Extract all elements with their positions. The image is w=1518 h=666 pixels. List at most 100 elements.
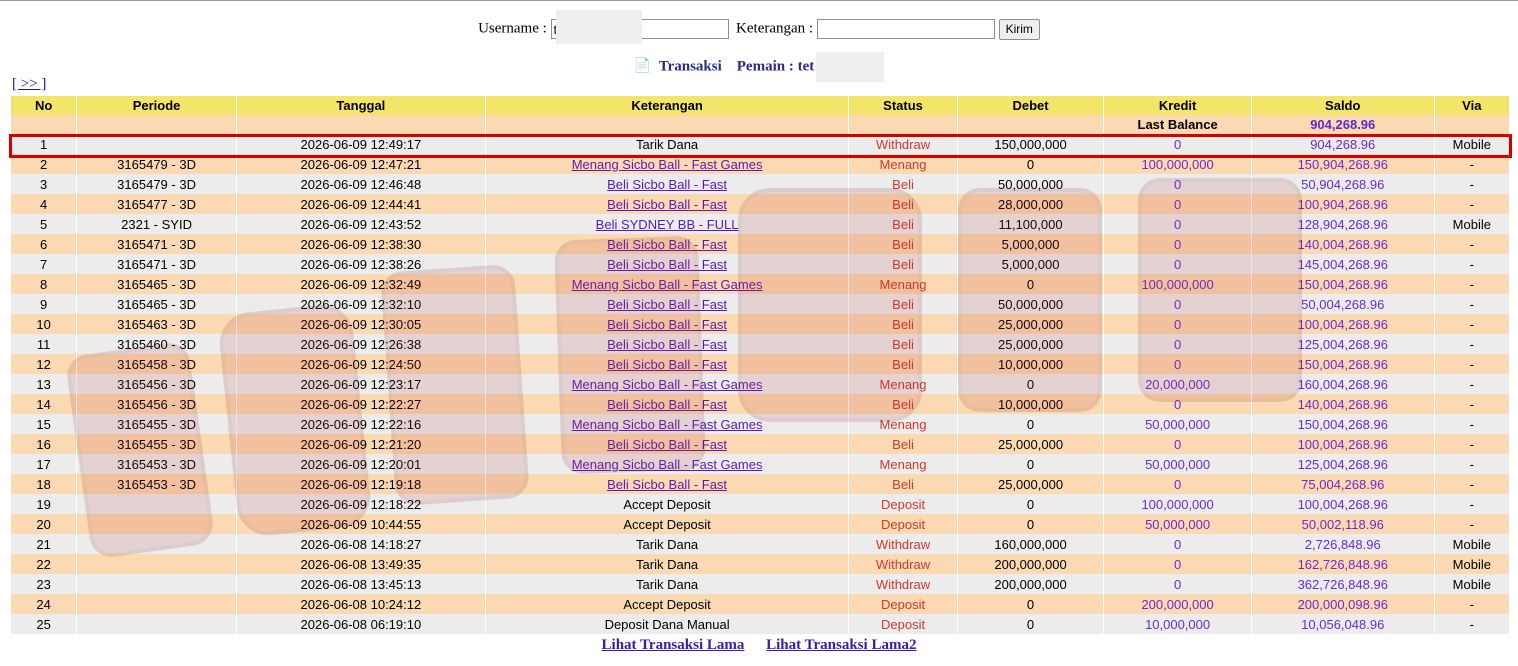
row-kredit: 0 [1104, 254, 1251, 274]
row-saldo: 200,000,098.96 [1251, 594, 1434, 614]
kirim-button[interactable]: Kirim [998, 18, 1040, 40]
row-kredit: 0 [1104, 574, 1251, 594]
row-debet: 28,000,000 [957, 194, 1104, 214]
row-periode: 3165477 - 3D [77, 194, 236, 214]
row-kredit: 0 [1104, 174, 1251, 194]
keterangan-link[interactable]: Beli Sicbo Ball - Fast [607, 337, 727, 352]
row-kredit: 0 [1104, 214, 1251, 234]
row-debet: 200,000,000 [957, 554, 1104, 574]
keterangan-link[interactable]: Menang Sicbo Ball - Fast Games [572, 457, 763, 472]
row-keterangan: Tarik Dana [485, 574, 849, 594]
keterangan-link[interactable]: Beli Sicbo Ball - Fast [607, 437, 727, 452]
next-page-link[interactable]: [ >> ] [12, 76, 46, 93]
row-status: Beli [849, 394, 957, 414]
keterangan-link[interactable]: Beli Sicbo Ball - Fast [607, 177, 727, 192]
row-saldo: 100,904,268.96 [1251, 194, 1434, 214]
row-status: Deposit [849, 614, 957, 634]
row-periode: 3165471 - 3D [77, 234, 236, 254]
row-kredit: 0 [1104, 234, 1251, 254]
row-debet: 0 [957, 274, 1104, 294]
keterangan-link[interactable]: Beli Sicbo Ball - Fast [607, 257, 727, 272]
row-saldo: 50,004,268.96 [1251, 294, 1434, 314]
keterangan-link[interactable]: Beli Sicbo Ball - Fast [607, 317, 727, 332]
table-row: 19 2026-06-09 12:18:22 Accept Deposit Depos… [11, 494, 1509, 514]
keterangan-link[interactable]: Menang Sicbo Ball - Fast Games [572, 377, 763, 392]
row-no: 18 [11, 474, 77, 494]
row-saldo: 145,004,268.96 [1251, 254, 1434, 274]
row-status: Beli [849, 434, 957, 454]
row-status: Menang [849, 374, 957, 394]
row-keterangan: Beli Sicbo Ball - Fast [485, 294, 849, 314]
keterangan-link[interactable]: Beli Sicbo Ball - Fast [607, 197, 727, 212]
keterangan-link[interactable]: Menang Sicbo Ball - Fast Games [572, 277, 763, 292]
row-via: - [1434, 414, 1509, 434]
row-saldo: 128,904,268.96 [1251, 214, 1434, 234]
row-debet: 0 [957, 414, 1104, 434]
redacted-username-blur [556, 10, 643, 44]
row-tanggal: 2026-06-09 12:38:30 [236, 234, 485, 254]
table-row: 15 3165455 - 3D 2026-06-09 12:22:16 Menang … [11, 414, 1509, 434]
keterangan-link[interactable]: Beli Sicbo Ball - Fast [607, 237, 727, 252]
keterangan-link[interactable]: Beli SYDNEY BB - FULL [596, 217, 739, 232]
table-row: 25 2026-06-08 06:19:10 Deposit Dana Manual… [11, 614, 1509, 634]
row-status: Deposit [849, 494, 957, 514]
row-keterangan: Menang Sicbo Ball - Fast Games [485, 454, 849, 474]
row-kredit: 0 [1104, 554, 1251, 574]
row-no: 4 [11, 194, 77, 214]
row-via: - [1434, 514, 1509, 534]
row-debet: 150,000,000 [957, 134, 1104, 154]
row-periode: 3165465 - 3D [77, 274, 236, 294]
row-tanggal: 2026-06-09 12:24:50 [236, 354, 485, 374]
row-tanggal: 2026-06-08 10:24:12 [236, 594, 485, 614]
lihat-transaksi-lama2-link[interactable]: Lihat Transaksi Lama2 [766, 637, 916, 653]
row-no: 12 [11, 354, 77, 374]
row-saldo: 100,004,268.96 [1251, 314, 1434, 334]
row-tanggal: 2026-06-09 12:22:27 [236, 394, 485, 414]
table-row: 17 3165453 - 3D 2026-06-09 12:20:01 Menang … [11, 454, 1509, 474]
keterangan-link[interactable]: Beli Sicbo Ball - Fast [607, 357, 727, 372]
row-status: Beli [849, 254, 957, 274]
row-keterangan: Beli Sicbo Ball - Fast [485, 194, 849, 214]
row-periode: 3165455 - 3D [77, 434, 236, 454]
row-tanggal: 2026-06-09 12:49:17 [236, 134, 485, 154]
keterangan-link[interactable]: Menang Sicbo Ball - Fast Games [572, 417, 763, 432]
keterangan-input[interactable] [816, 19, 995, 39]
row-periode: 3165456 - 3D [77, 374, 236, 394]
row-tanggal: 2026-06-09 12:32:10 [236, 294, 485, 314]
column-header-debet: Debet [957, 96, 1104, 115]
row-tanggal: 2026-06-09 12:21:20 [236, 434, 485, 454]
row-no: 5 [11, 214, 77, 234]
row-debet: 25,000,000 [957, 474, 1104, 494]
column-header-kredit: Kredit [1104, 96, 1251, 115]
row-kredit: 200,000,000 [1104, 594, 1251, 614]
table-row: 4 3165477 - 3D 2026-06-09 12:44:41 Beli Sic… [11, 194, 1509, 214]
title-transaksi: Transaksi [658, 58, 722, 75]
column-header-saldo: Saldo [1251, 96, 1434, 115]
row-via: - [1434, 614, 1509, 634]
keterangan-link[interactable]: Beli Sicbo Ball - Fast [607, 297, 727, 312]
table-row: 12 3165458 - 3D 2026-06-09 12:24:50 Beli Si… [11, 354, 1509, 374]
row-via: - [1434, 394, 1509, 414]
table-row: 8 3165465 - 3D 2026-06-09 12:32:49 Menang S… [11, 274, 1509, 294]
row-debet: 0 [957, 494, 1104, 514]
row-periode [77, 594, 236, 614]
table-row: 24 2026-06-08 10:24:12 Accept Deposit Depos… [11, 594, 1509, 614]
row-tanggal: 2026-06-09 12:19:18 [236, 474, 485, 494]
username-label: Username : [478, 20, 547, 37]
row-debet: 25,000,000 [957, 334, 1104, 354]
row-no: 21 [11, 534, 77, 554]
row-tanggal: 2026-06-08 14:18:27 [236, 534, 485, 554]
row-kredit: 0 [1104, 534, 1251, 554]
keterangan-link[interactable]: Menang Sicbo Ball - Fast Games [572, 157, 763, 172]
row-keterangan: Menang Sicbo Ball - Fast Games [485, 414, 849, 434]
column-header-no: No [11, 96, 77, 115]
row-keterangan: Tarik Dana [485, 554, 849, 574]
lihat-transaksi-lama-link[interactable]: Lihat Transaksi Lama [602, 637, 745, 653]
keterangan-link[interactable]: Beli Sicbo Ball - Fast [607, 477, 727, 492]
row-via: - [1434, 454, 1509, 474]
page-title: 📄 Transaksi Pemain : tet [0, 52, 1518, 82]
row-debet: 10,000,000 [957, 354, 1104, 374]
keterangan-link[interactable]: Beli Sicbo Ball - Fast [607, 397, 727, 412]
row-periode [77, 514, 236, 534]
row-tanggal: 2026-06-09 12:20:01 [236, 454, 485, 474]
